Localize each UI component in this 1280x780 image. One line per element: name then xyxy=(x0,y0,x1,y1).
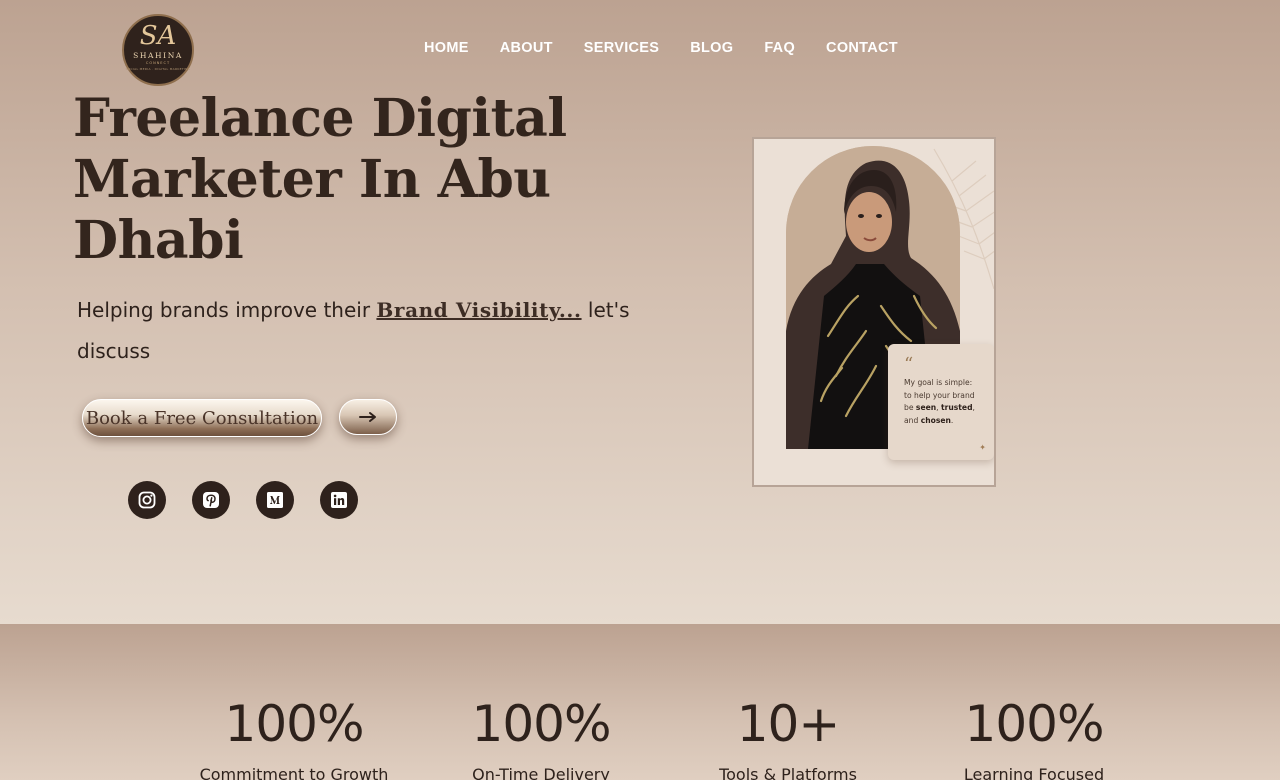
stat-delivery: 100% On-Time Delivery xyxy=(421,696,661,780)
quote-line-4: and chosen. xyxy=(904,415,954,425)
linkedin-icon xyxy=(331,492,347,508)
brand-visibility-link[interactable]: Brand Visibility... xyxy=(376,298,581,322)
stat-label: Tools & Platforms xyxy=(719,765,857,780)
logo-sub: CONNECT xyxy=(145,61,171,65)
nav-blog[interactable]: BLOG xyxy=(690,40,733,56)
stat-learning: 100% Learning Focused xyxy=(914,696,1154,780)
stat-label: On-Time Delivery xyxy=(472,765,610,780)
nav-faq[interactable]: FAQ xyxy=(764,40,795,56)
stat-tools: 10+ Tools & Platforms xyxy=(668,696,908,780)
stat-label: Commitment to Growth xyxy=(199,765,389,780)
main-nav: HOME ABOUT SERVICES BLOG FAQ CONTACT xyxy=(424,40,898,56)
quote-seen: seen xyxy=(915,403,937,412)
stat-value: 100% xyxy=(964,695,1105,753)
stat-value: 100% xyxy=(471,695,612,753)
stat-value: 100% xyxy=(224,695,365,753)
quote-text: My goal is simple: to help your brand be… xyxy=(904,377,984,427)
cta-label: Book a Free Consultation xyxy=(85,407,319,429)
stat-label: Learning Focused xyxy=(963,765,1105,780)
arrow-right-icon xyxy=(359,412,376,422)
hero-section: SA SHAHINA CONNECT SOCIAL MEDIA · DIGITA… xyxy=(0,0,1280,624)
sparkle-icon: ✦ xyxy=(979,443,986,452)
stats-section: 100% Commitment to Growth 100% On-Time D… xyxy=(0,624,1280,780)
quote-chosen: chosen xyxy=(920,415,951,425)
quote-card: “ My goal is simple: to help your brand … xyxy=(888,344,994,460)
instagram-icon xyxy=(138,491,156,509)
pinterest-link[interactable] xyxy=(192,481,230,519)
subtitle-pre: Helping brands improve their xyxy=(77,298,371,322)
linkedin-link[interactable] xyxy=(320,481,358,519)
nav-contact[interactable]: CONTACT xyxy=(826,40,898,56)
portrait-card: “ My goal is simple: to help your brand … xyxy=(752,137,996,487)
quote-trusted: trusted xyxy=(940,403,973,412)
book-consultation-button[interactable]: Book a Free Consultation xyxy=(82,399,322,437)
quote-line-4-pre: and xyxy=(904,415,919,425)
nav-about[interactable]: ABOUT xyxy=(500,40,553,56)
site-logo[interactable]: SA SHAHINA CONNECT SOCIAL MEDIA · DIGITA… xyxy=(122,14,194,86)
instagram-link[interactable] xyxy=(128,481,166,519)
quote-line-2: to help your brand xyxy=(904,390,975,400)
quote-line-1: My goal is simple: xyxy=(904,378,973,387)
nav-services[interactable]: SERVICES xyxy=(584,40,659,56)
stat-commitment: 100% Commitment to Growth xyxy=(174,696,414,780)
social-links xyxy=(128,481,358,519)
pinterest-icon xyxy=(203,492,219,508)
logo-name: SHAHINA xyxy=(133,51,183,60)
nav-home[interactable]: HOME xyxy=(424,40,469,56)
medium-icon xyxy=(267,492,283,508)
quote-line-3-pre: be xyxy=(904,403,914,412)
arrow-button[interactable] xyxy=(339,399,397,435)
logo-mark: SA xyxy=(139,21,177,51)
logo-tagline: SOCIAL MEDIA · DIGITAL MARKETING xyxy=(125,67,191,71)
stat-value: 10+ xyxy=(736,695,841,753)
hero-subtitle: Helping brands improve their Brand Visib… xyxy=(77,290,667,372)
quote-mark-icon: “ xyxy=(904,354,914,375)
hero-title: Freelance Digital Marketer In Abu Dhabi xyxy=(73,88,567,271)
quote-line-3: be seen, trusted, xyxy=(904,403,975,412)
medium-link[interactable] xyxy=(256,481,294,519)
